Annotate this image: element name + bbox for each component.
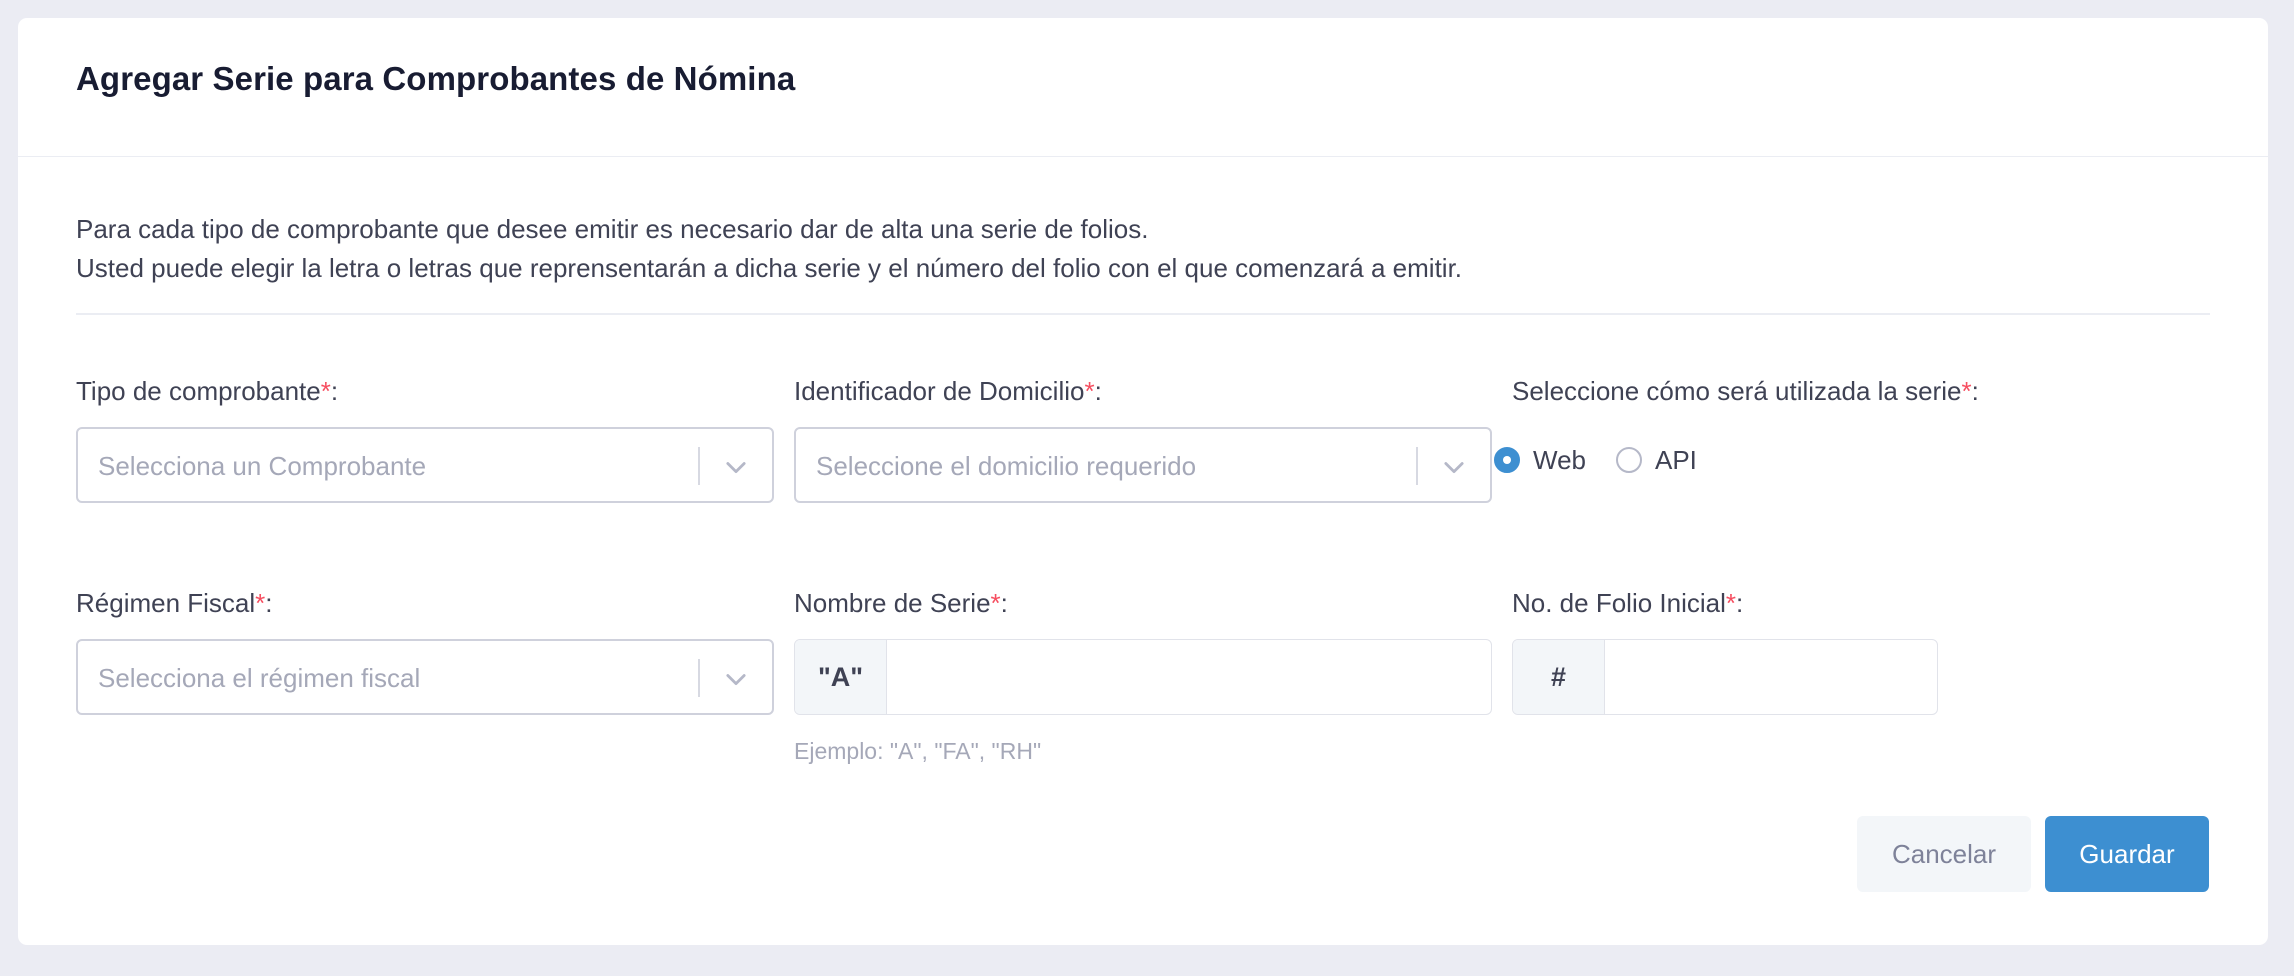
intro-line-1: Para cada tipo de comprobante que desee …	[76, 214, 1149, 244]
required-marker: *	[1084, 376, 1095, 406]
chevron-down-icon[interactable]	[1440, 453, 1468, 481]
regimen-select[interactable]: Selecciona el régimen fiscal	[76, 639, 774, 715]
folio-inicial-input[interactable]	[1606, 640, 1936, 714]
radio-api[interactable]: API	[1616, 445, 1697, 476]
required-marker: *	[255, 588, 266, 618]
folio-inicial-label: No. de Folio Inicial*:	[1512, 588, 1744, 618]
chevron-down-icon[interactable]	[722, 453, 750, 481]
nombre-serie-input[interactable]	[888, 640, 1488, 714]
intro-text: Para cada tipo de comprobante que desee …	[76, 210, 1462, 288]
cancel-button[interactable]: Cancelar	[1857, 816, 2031, 892]
radio-web[interactable]: Web	[1494, 445, 1586, 476]
save-button[interactable]: Guardar	[2045, 816, 2209, 892]
select-separator	[698, 659, 700, 697]
nombre-serie-addon: "A"	[795, 640, 887, 714]
select-separator	[698, 447, 700, 485]
select-separator	[1416, 447, 1418, 485]
uso-serie-label: Seleccione cómo será utilizada la serie*…	[1512, 376, 1979, 406]
tipo-comprobante-label: Tipo de comprobante*:	[76, 376, 339, 406]
required-marker: *	[320, 376, 331, 406]
tipo-comprobante-select[interactable]: Selecciona un Comprobante	[76, 427, 774, 503]
modal-header: Agregar Serie para Comprobantes de Nómin…	[18, 18, 2268, 157]
tipo-comprobante-placeholder: Selecciona un Comprobante	[98, 451, 427, 481]
radio-api-label: API	[1655, 444, 1697, 475]
domicilio-label: Identificador de Domicilio*:	[794, 376, 1102, 406]
radio-api-indicator[interactable]	[1616, 447, 1642, 473]
domicilio-select[interactable]: Seleccione el domicilio requerido	[794, 427, 1492, 503]
uso-serie-radio-group: Web API	[1494, 440, 1727, 480]
hash-icon: #	[1513, 640, 1605, 714]
intro-line-2: Usted puede elegir la letra o letras que…	[76, 253, 1463, 283]
domicilio-placeholder: Seleccione el domicilio requerido	[816, 451, 1197, 481]
modal-title: Agregar Serie para Comprobantes de Nómin…	[76, 60, 796, 97]
divider	[76, 313, 2210, 315]
required-marker: *	[1961, 376, 1972, 406]
regimen-label: Régimen Fiscal*:	[76, 588, 273, 618]
radio-web-indicator[interactable]	[1494, 447, 1520, 473]
required-marker: *	[990, 588, 1001, 618]
regimen-placeholder: Selecciona el régimen fiscal	[98, 663, 421, 693]
radio-web-label: Web	[1533, 444, 1586, 475]
nombre-serie-group: "A"	[794, 639, 1492, 715]
folio-inicial-group: #	[1512, 639, 1938, 715]
nombre-serie-label: Nombre de Serie*:	[794, 588, 1008, 618]
required-marker: *	[1725, 588, 1737, 618]
nombre-serie-hint: Ejemplo: "A", "FA", "RH"	[794, 738, 1042, 764]
chevron-down-icon[interactable]	[722, 665, 750, 693]
